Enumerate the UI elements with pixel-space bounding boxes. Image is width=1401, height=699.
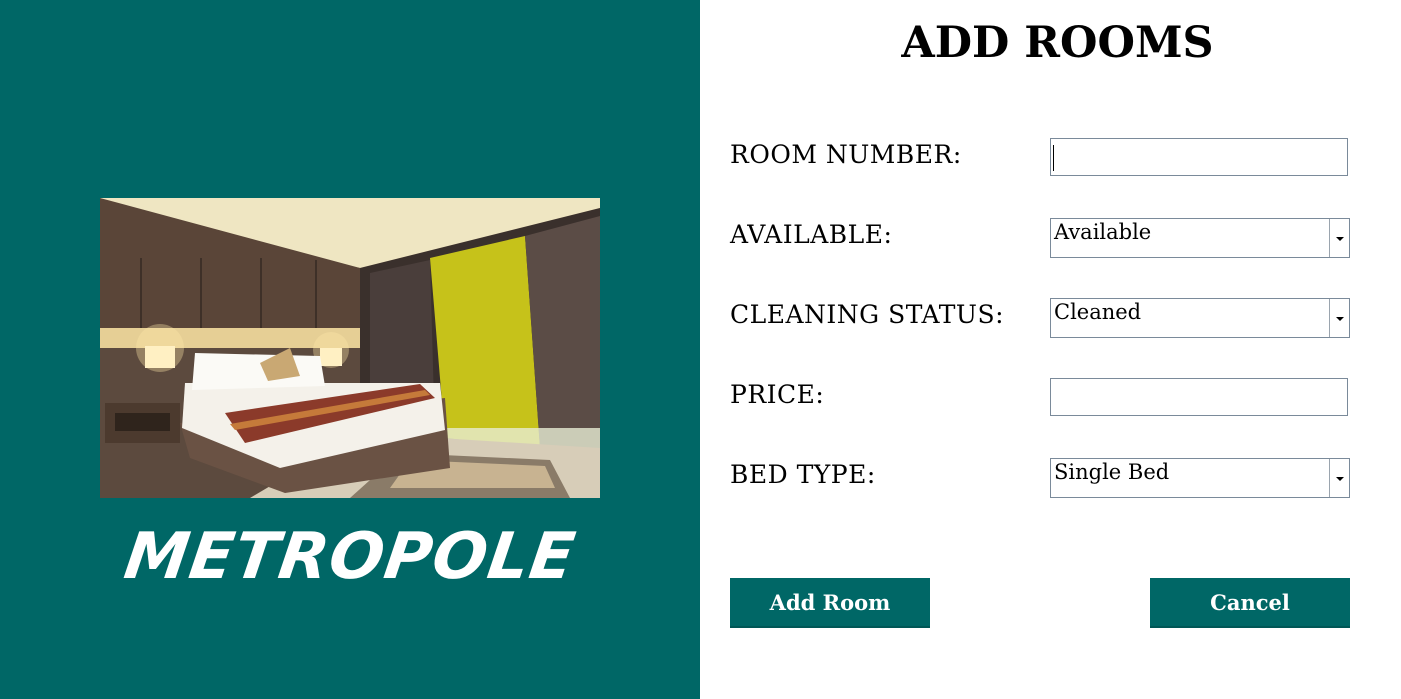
brand-logo: METROPOLE <box>120 520 580 594</box>
cancel-button[interactable]: Cancel <box>1150 578 1350 628</box>
bed-type-select[interactable]: Single Bed <box>1050 458 1350 498</box>
room-number-field[interactable] <box>1050 138 1348 176</box>
cleaning-status-label: CLEANING STATUS: <box>730 300 1004 329</box>
room-number-input[interactable] <box>1051 139 1347 175</box>
available-select[interactable]: Available <box>1050 218 1350 258</box>
text-caret <box>1053 145 1054 171</box>
hotel-room-image <box>100 198 600 498</box>
brand-panel: METROPOLE <box>0 0 700 699</box>
room-number-label: ROOM NUMBER: <box>730 140 962 169</box>
price-label: PRICE: <box>730 380 825 409</box>
bed-type-label: BED TYPE: <box>730 460 876 489</box>
price-input[interactable] <box>1051 379 1347 415</box>
chevron-down-icon[interactable] <box>1329 299 1349 337</box>
cleaning-status-select[interactable]: Cleaned <box>1050 298 1350 338</box>
add-room-button[interactable]: Add Room <box>730 578 930 628</box>
page-title: ADD ROOMS <box>901 18 1214 68</box>
available-label: AVAILABLE: <box>730 220 893 249</box>
chevron-down-icon[interactable] <box>1329 219 1349 257</box>
add-rooms-form: ADD ROOMS ROOM NUMBER: AVAILABLE: Availa… <box>700 0 1401 699</box>
price-field[interactable] <box>1050 378 1348 416</box>
available-selected-value: Available <box>1054 220 1152 244</box>
chevron-down-icon[interactable] <box>1329 459 1349 497</box>
cleaning-status-selected-value: Cleaned <box>1054 300 1142 324</box>
bed-type-selected-value: Single Bed <box>1054 460 1170 484</box>
